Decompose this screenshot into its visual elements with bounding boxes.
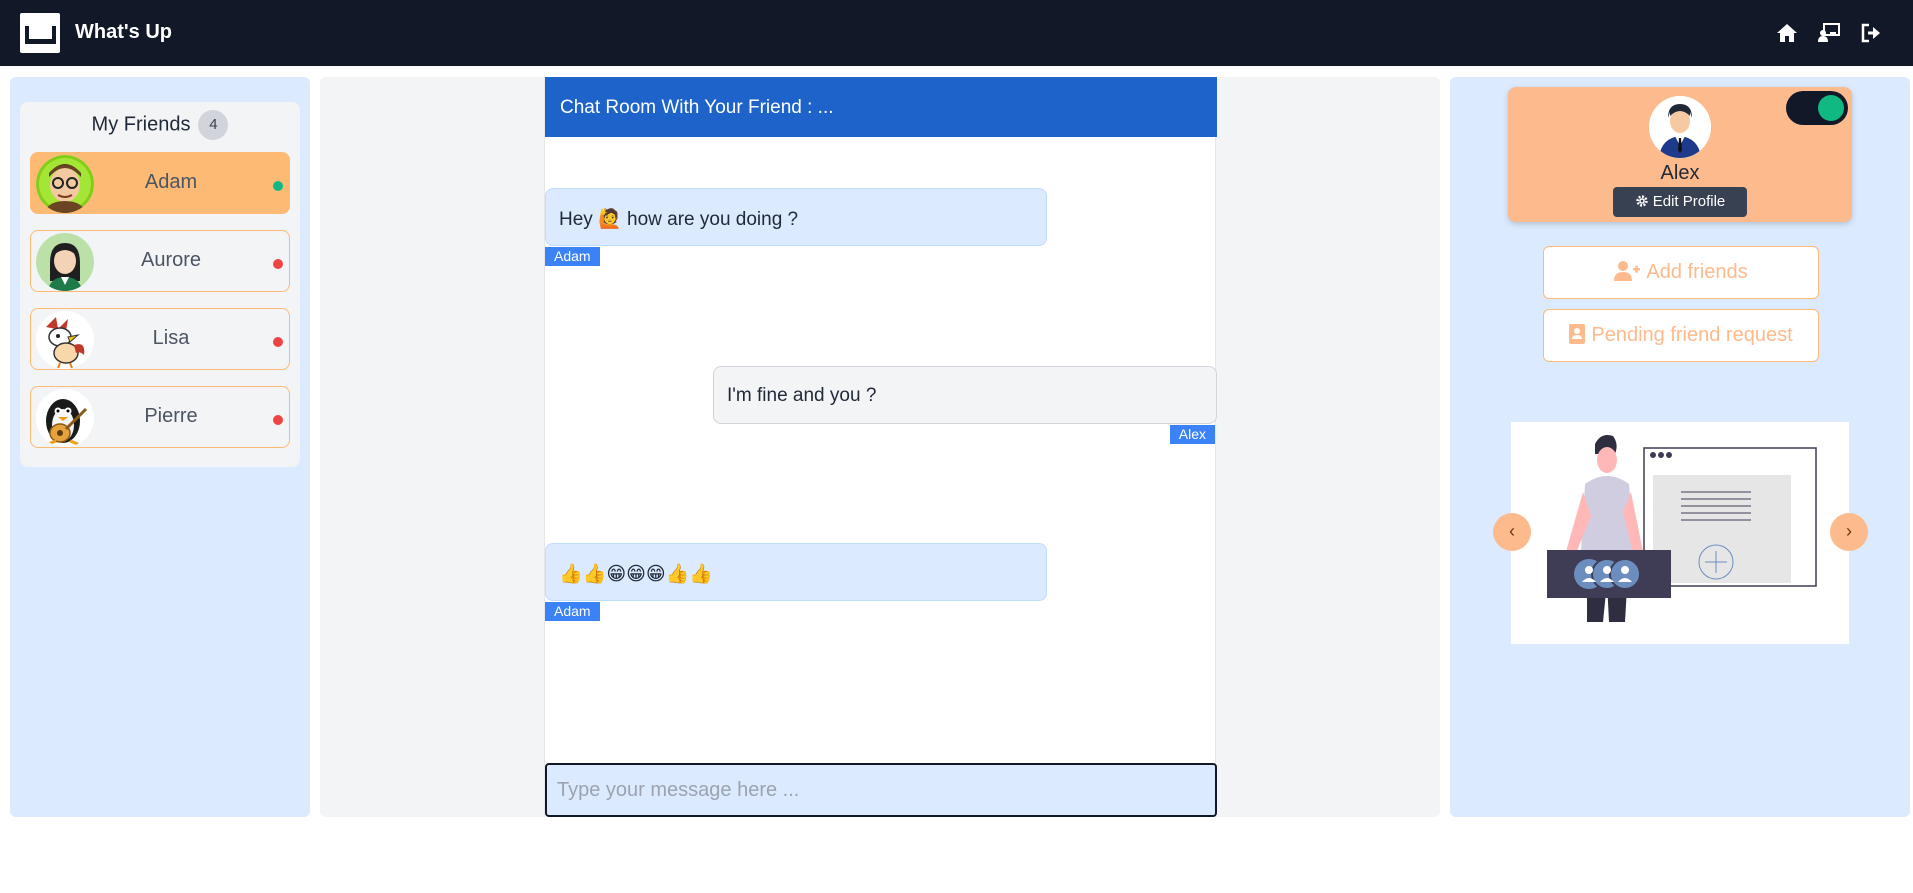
- status-toggle[interactable]: [1786, 91, 1848, 125]
- friend-name: Aurore: [140, 249, 202, 271]
- navbar: What's Up: [0, 0, 1913, 66]
- carousel-prev-button[interactable]: ‹: [1493, 513, 1531, 551]
- chat-message: Hey 🙋 how are you doing ?: [545, 188, 1047, 246]
- edit-profile-label: Edit Profile: [1652, 193, 1726, 210]
- right-panel: Alex Edit Profile Add friends Pending fr…: [1450, 77, 1910, 817]
- gear-icon: [1636, 195, 1648, 207]
- app-title[interactable]: What's Up: [75, 21, 172, 44]
- offline-status-dot: [273, 259, 283, 269]
- friend-item-pierre[interactable]: Pierre: [30, 386, 290, 448]
- sign-out-icon[interactable]: [1859, 21, 1883, 45]
- chat-message: 👍👍😁😁😁👍👍: [545, 543, 1047, 601]
- home-icon[interactable]: [1775, 21, 1799, 45]
- offline-status-dot: [273, 337, 283, 347]
- friends-count-badge: 4: [198, 110, 229, 140]
- friends-title: My Friends: [91, 113, 191, 136]
- friend-item-lisa[interactable]: Lisa: [30, 308, 290, 370]
- chalkboard-user-icon[interactable]: [1817, 21, 1841, 45]
- chat-header: Chat Room With Your Friend : ...: [545, 77, 1217, 137]
- carousel-image: [1511, 422, 1849, 644]
- nav-icons: [1775, 21, 1883, 45]
- friend-name: Adam: [144, 171, 198, 193]
- friend-item-aurore[interactable]: Aurore: [30, 230, 290, 292]
- avatar: [36, 233, 94, 291]
- center-panel: Chat Room With Your Friend : ... Hey 🙋 h…: [320, 77, 1440, 817]
- add-friends-label: Add friends: [1646, 261, 1748, 283]
- message-author-tag: Adam: [545, 602, 600, 621]
- avatar: [36, 155, 94, 213]
- avatar: [36, 311, 94, 369]
- offline-status-dot: [273, 415, 283, 425]
- address-book-icon: [1569, 324, 1586, 344]
- message-author-tag: Alex: [1169, 425, 1215, 444]
- friends-card: My Friends 4 Adam Aurore Lisa Pierre: [20, 102, 300, 467]
- friend-name: Pierre: [144, 405, 198, 427]
- pending-friend-request-button[interactable]: Pending friend request: [1543, 309, 1819, 362]
- profile-name: Alex: [1660, 162, 1700, 184]
- app-logo[interactable]: [20, 13, 60, 53]
- pending-friend-request-label: Pending friend request: [1591, 324, 1793, 346]
- friend-item-adam[interactable]: Adam: [30, 152, 290, 214]
- add-friends-button[interactable]: Add friends: [1543, 246, 1819, 299]
- friends-header: My Friends 4: [20, 110, 300, 140]
- profile-card: Alex Edit Profile: [1508, 87, 1852, 222]
- edit-profile-button[interactable]: Edit Profile: [1613, 187, 1747, 217]
- chat-message: I'm fine and you ?: [713, 366, 1217, 424]
- online-status-dot: [273, 181, 283, 191]
- chat-room: Chat Room With Your Friend : ... Hey 🙋 h…: [544, 77, 1217, 817]
- avatar[interactable]: [1649, 96, 1711, 158]
- user-plus-icon: [1614, 261, 1641, 281]
- message-input[interactable]: [545, 763, 1217, 817]
- avatar: [36, 389, 94, 447]
- left-panel: My Friends 4 Adam Aurore Lisa Pierre: [10, 77, 310, 817]
- friend-name: Lisa: [152, 327, 190, 349]
- message-author-tag: Adam: [545, 247, 600, 266]
- carousel-next-button[interactable]: ›: [1830, 513, 1868, 551]
